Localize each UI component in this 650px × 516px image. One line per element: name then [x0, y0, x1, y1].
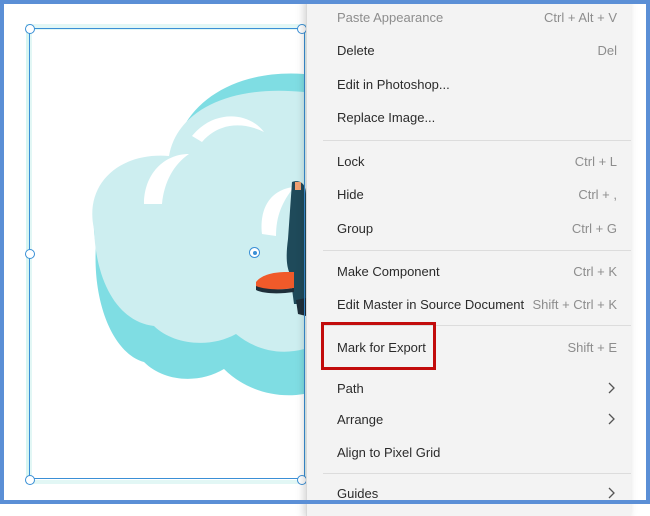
menu-item-edit-master[interactable]: Edit Master in Source Document Shift + C… — [307, 289, 631, 319]
chevron-right-icon — [608, 382, 615, 394]
menu-item-label: Align to Pixel Grid — [337, 444, 441, 460]
menu-item-label: Arrange — [337, 411, 384, 427]
menu-item-replace-image[interactable]: Replace Image... — [307, 102, 631, 132]
menu-item-path[interactable]: Path — [307, 373, 631, 403]
menu-item-label: Edit in Photoshop... — [337, 76, 450, 92]
menu-item-label: Paste Appearance — [337, 9, 444, 25]
menu-separator — [323, 250, 631, 251]
menu-item-shortcut: Ctrl + G — [571, 220, 617, 236]
menu-item-group[interactable]: Group Ctrl + G — [307, 213, 631, 243]
menu-item-shortcut: Ctrl + , — [578, 186, 617, 202]
menu-item-label: Replace Image... — [337, 109, 436, 125]
chevron-right-icon — [608, 413, 615, 425]
annotation-highlight-box — [321, 322, 436, 370]
context-menu: Paste Appearance Ctrl + Alt + V Delete D… — [306, 0, 631, 516]
menu-item-label: Edit Master in Source Document — [337, 296, 525, 312]
menu-item-label: Lock — [337, 153, 365, 169]
menu-item-edit-in-photoshop[interactable]: Edit in Photoshop... — [307, 69, 631, 99]
rotation-center-icon[interactable] — [249, 247, 260, 258]
menu-item-shortcut: Shift + E — [567, 339, 618, 355]
menu-item-label: Hide — [337, 186, 364, 202]
menu-separator — [323, 473, 631, 474]
menu-item-label: Guides — [337, 485, 379, 501]
menu-item-label: Group — [337, 220, 374, 236]
resize-handle-middle-left[interactable] — [25, 249, 35, 259]
menu-item-shortcut: Shift + Ctrl + K — [532, 296, 617, 312]
menu-separator — [323, 140, 631, 141]
menu-item-align-to-pixel-grid[interactable]: Align to Pixel Grid — [307, 437, 631, 467]
menu-item-hide[interactable]: Hide Ctrl + , — [307, 179, 631, 209]
resize-handle-top-left[interactable] — [25, 24, 35, 34]
menu-item-shortcut: Del — [597, 42, 617, 58]
resize-handle-bottom-left[interactable] — [25, 475, 35, 485]
menu-item-shortcut: Ctrl + K — [573, 263, 617, 279]
menu-item-lock[interactable]: Lock Ctrl + L — [307, 146, 631, 176]
menu-item-shortcut: Ctrl + L — [574, 153, 617, 169]
menu-item-label: Make Component — [337, 263, 440, 279]
menu-item-label: Delete — [337, 42, 375, 58]
selection-bounds — [29, 28, 305, 479]
menu-item-make-component[interactable]: Make Component Ctrl + K — [307, 256, 631, 286]
menu-item-shortcut: Ctrl + Alt + V — [544, 9, 617, 25]
menu-item-delete[interactable]: Delete Del — [307, 35, 631, 65]
menu-item-paste-appearance[interactable]: Paste Appearance Ctrl + Alt + V — [307, 2, 631, 32]
chevron-right-icon — [608, 487, 615, 499]
menu-item-arrange[interactable]: Arrange — [307, 404, 631, 434]
menu-item-label: Path — [337, 380, 364, 396]
